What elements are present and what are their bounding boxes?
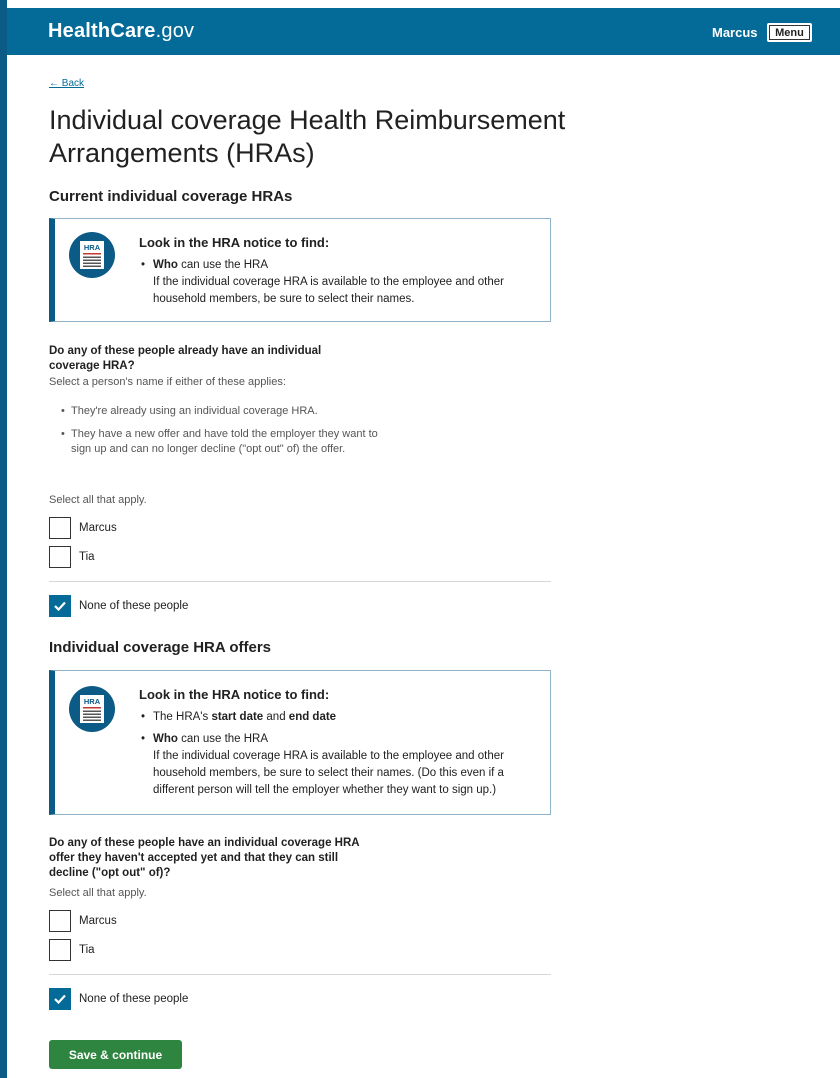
criteria-list: • They're already using an individual cov…	[49, 404, 389, 458]
checkbox-label[interactable]: None of these people	[79, 600, 188, 612]
checkmark-icon	[54, 994, 66, 1004]
checkbox-label[interactable]: None of these people	[79, 993, 188, 1005]
site-header: HealthCare.gov Marcus Menu	[7, 8, 840, 55]
checkbox[interactable]	[49, 910, 71, 932]
notice-title: Look in the HRA notice to find:	[139, 235, 330, 250]
question-current-hra: Do any of these people already have an i…	[49, 345, 322, 372]
healthcare-gov-logo[interactable]: HealthCare.gov	[48, 20, 194, 43]
section-title-current-hras: Current individual coverage HRAs	[49, 188, 293, 205]
hra-notice-box-offers: HRA Look in the HRA notice to find: • The…	[49, 670, 551, 815]
notice-body: • The HRA's start date and end date • Who …	[139, 709, 539, 799]
criteria-item: • They're already using an individual cov…	[61, 405, 318, 417]
menu-button[interactable]: Menu	[767, 23, 812, 42]
question-hint: Select a person's name if either of thes…	[49, 376, 286, 388]
criteria-item: • They have a new offer and have told the…	[61, 427, 378, 456]
divider	[49, 974, 551, 975]
divider	[49, 581, 551, 582]
notice-list-item: • Who can use the HRA If the individual c…	[141, 259, 504, 305]
notice-body: • Who can use the HRA If the individual c…	[139, 257, 539, 308]
section-title-hra-offers: Individual coverage HRA offers	[49, 639, 271, 656]
select-all-hint: Select all that apply.	[49, 494, 147, 506]
page-title: Individual coverage Health Reimbursement…	[49, 105, 566, 168]
user-name[interactable]: Marcus	[712, 25, 758, 40]
checkbox-label[interactable]: Tia	[79, 551, 95, 563]
checkmark-icon	[54, 601, 66, 611]
checkbox-tia-current[interactable]: Tia	[49, 545, 95, 569]
notice-list-item: • Who can use the HRA If the individual c…	[141, 733, 504, 796]
checkbox-checked[interactable]	[49, 595, 71, 617]
hra-document-icon: HRA	[69, 232, 115, 278]
checkbox-label[interactable]: Marcus	[79, 522, 117, 534]
hra-icon-label: HRA	[84, 243, 101, 252]
hra-icon-label: HRA	[84, 697, 101, 706]
save-continue-button[interactable]: Save & continue	[49, 1040, 182, 1069]
checkbox[interactable]	[49, 517, 71, 539]
checkbox[interactable]	[49, 939, 71, 961]
checkbox-tia-offer[interactable]: Tia	[49, 938, 95, 962]
checkbox-label[interactable]: Tia	[79, 944, 95, 956]
notice-title: Look in the HRA notice to find:	[139, 687, 330, 702]
notice-list-item: • The HRA's start date and end date	[141, 711, 337, 723]
select-all-hint: Select all that apply.	[49, 887, 147, 899]
checkbox-checked[interactable]	[49, 988, 71, 1010]
checkbox-marcus-current[interactable]: Marcus	[49, 516, 117, 540]
checkbox-marcus-offer[interactable]: Marcus	[49, 909, 117, 933]
checkbox-none-current[interactable]: None of these people	[49, 594, 188, 618]
checkbox-none-offer[interactable]: None of these people	[49, 987, 188, 1011]
checkbox-label[interactable]: Marcus	[79, 915, 117, 927]
hra-document-icon: HRA	[69, 686, 115, 732]
question-hra-offer: Do any of these people have an individua…	[49, 837, 360, 879]
hra-notice-box-current: HRA Look in the HRA notice to find: • Who…	[49, 218, 551, 322]
back-link[interactable]: ← Back	[49, 78, 84, 89]
left-accent-bar	[0, 0, 7, 1078]
checkbox[interactable]	[49, 546, 71, 568]
